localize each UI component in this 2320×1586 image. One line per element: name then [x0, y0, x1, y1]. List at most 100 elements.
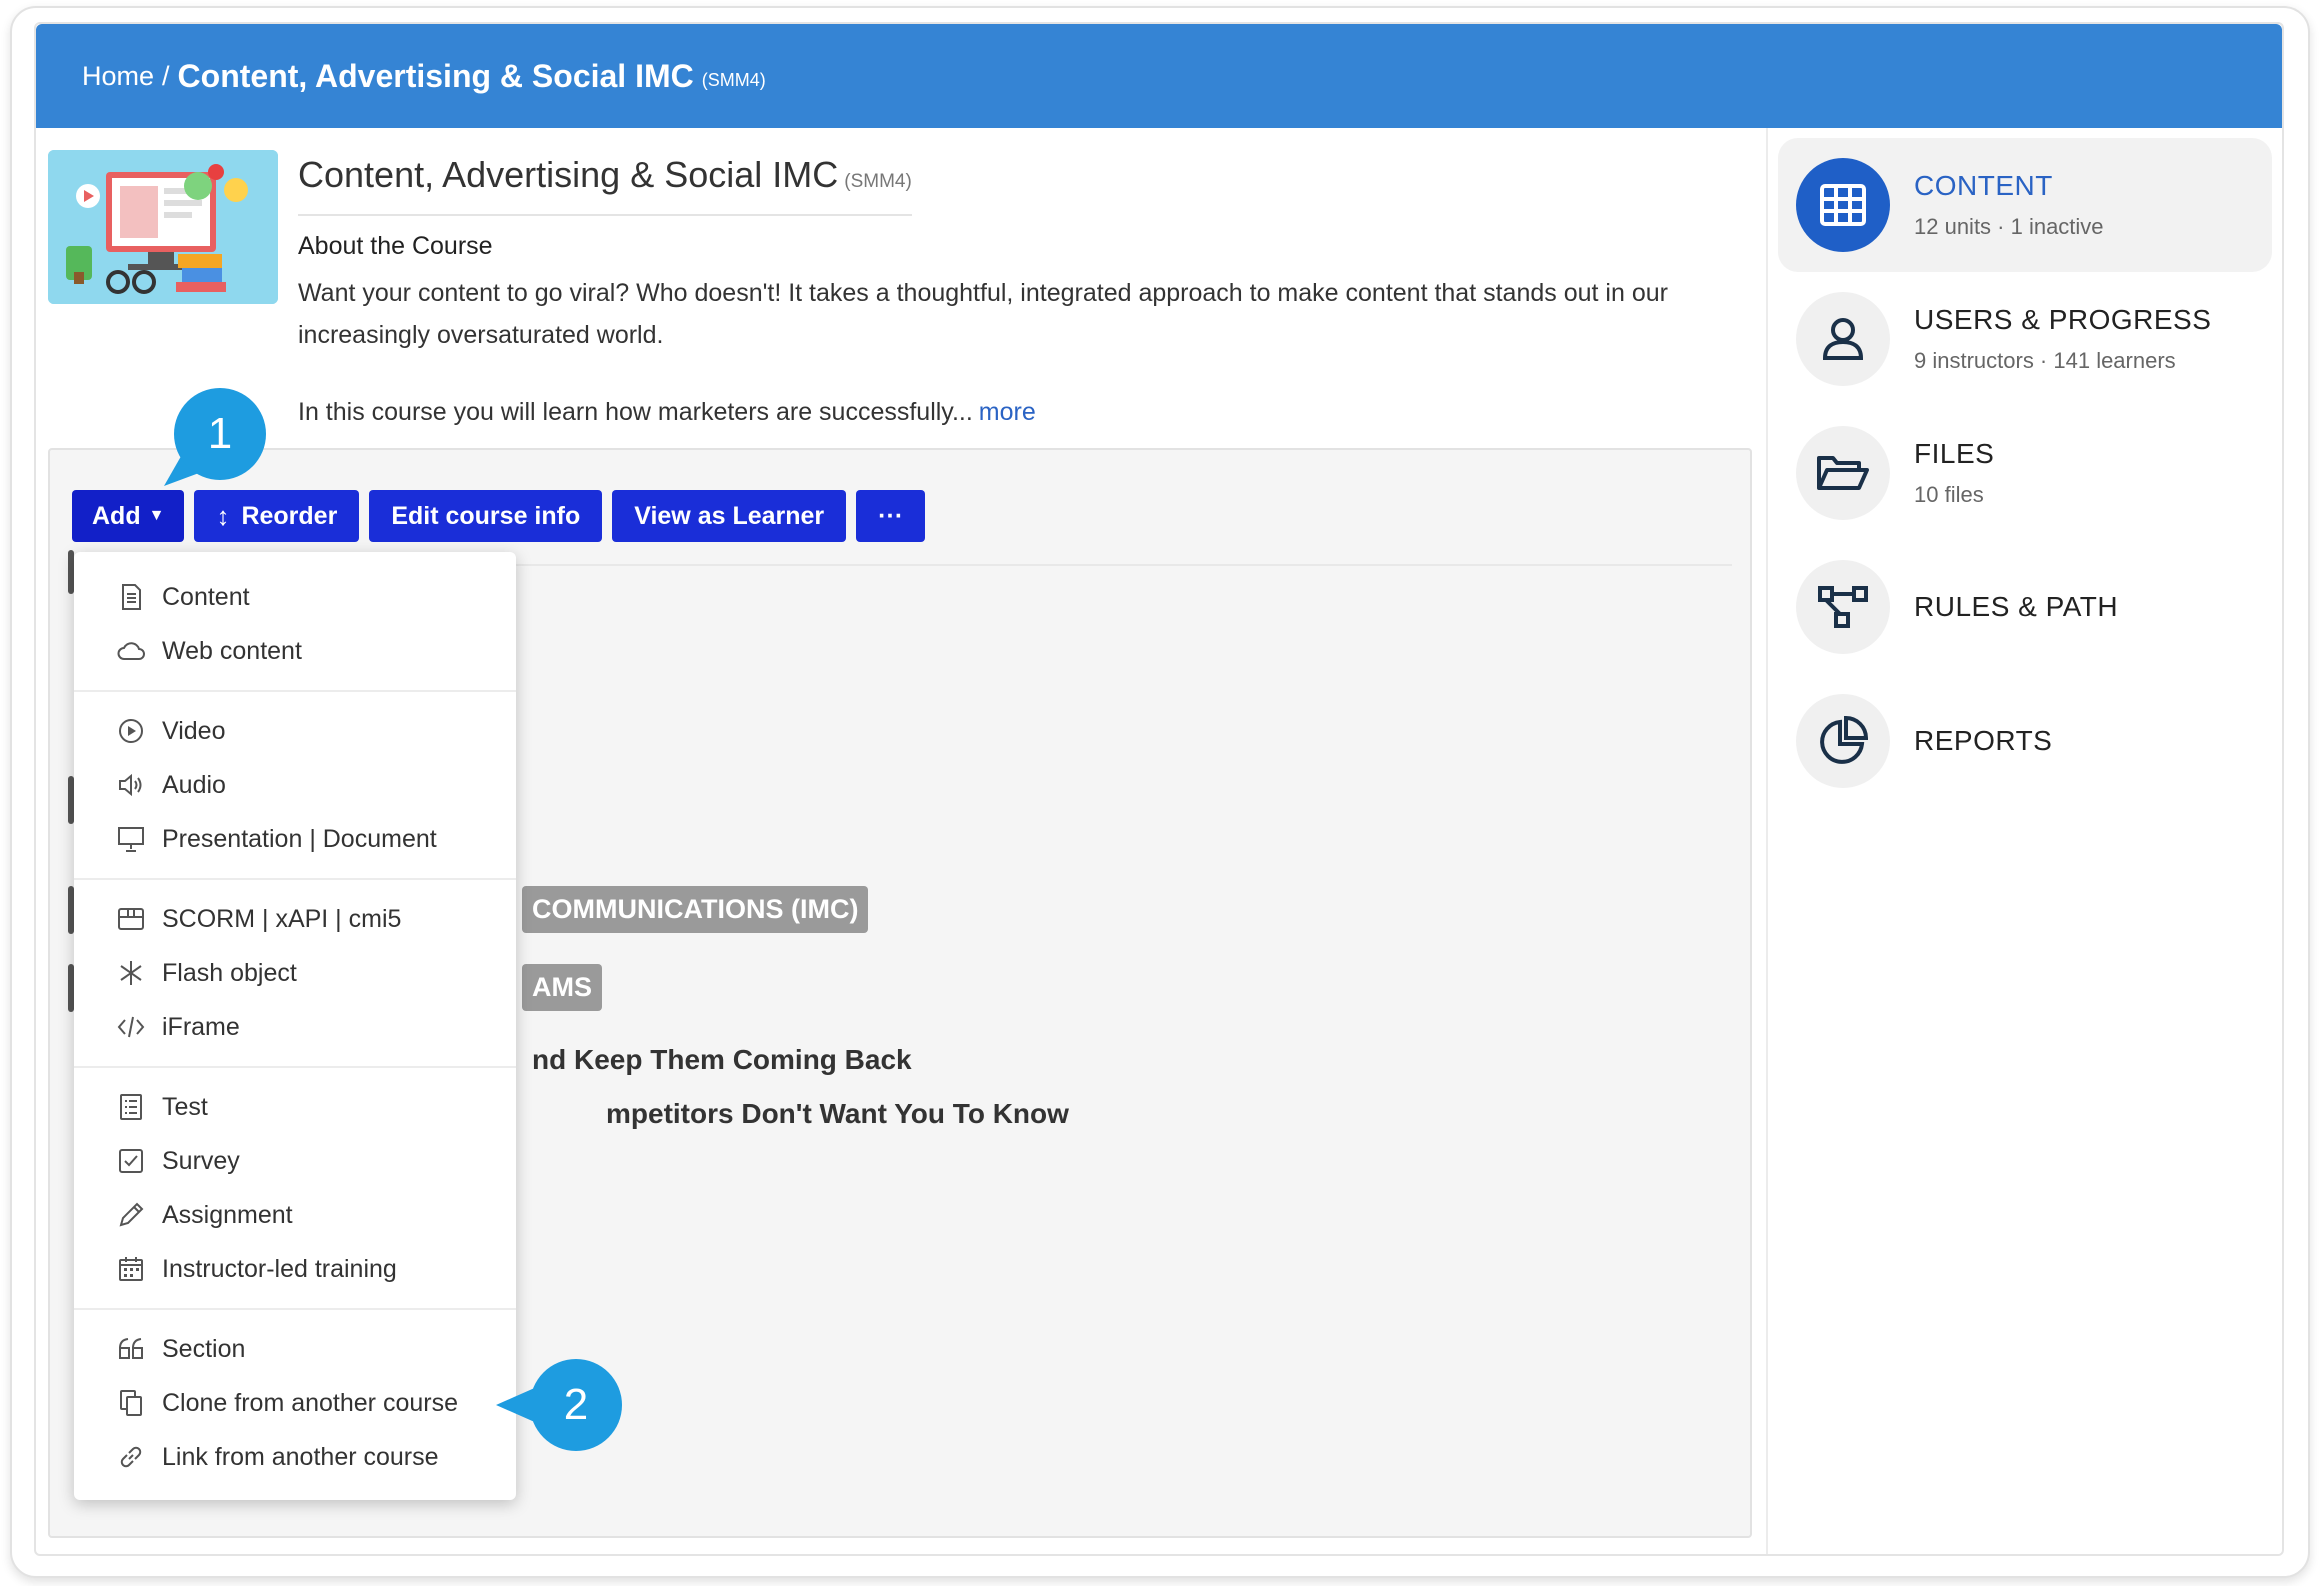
- menu-item-survey[interactable]: Survey: [74, 1134, 516, 1188]
- add-button-label: Add: [92, 501, 141, 530]
- about-text-truncated: In this course you will learn how market…: [298, 398, 973, 426]
- menu-item-label: SCORM | xAPI | cmi5: [162, 904, 402, 933]
- grid-icon: [1796, 158, 1890, 252]
- dropdown-divider: [74, 1308, 516, 1310]
- course-code: (SMM4): [844, 171, 912, 192]
- unit-title[interactable]: mpetitors Don't Want You To Know: [606, 1098, 1069, 1130]
- speaker-icon: [114, 768, 148, 802]
- reorder-button[interactable]: ↕ Reorder: [194, 490, 360, 542]
- cloud-icon: [114, 634, 148, 668]
- view-as-learner-button[interactable]: View as Learner: [612, 490, 847, 542]
- menu-item-label: Web content: [162, 636, 302, 665]
- calendar-icon: [114, 1252, 148, 1286]
- course-title: Content, Advertising & Social IMC (SMM4): [298, 154, 912, 216]
- quote-icon: [114, 1332, 148, 1366]
- menu-item-web-content[interactable]: Web content: [74, 624, 516, 678]
- dropdown-divider: [74, 1066, 516, 1068]
- callout-2: 2: [530, 1359, 622, 1451]
- sidebar-item-title: FILES: [1914, 438, 1995, 469]
- unit-section-tag[interactable]: COMMUNICATIONS (IMC): [522, 886, 869, 933]
- course-sidebar: CONTENT 12 units · 1 inactive USERS & PR…: [1766, 128, 2282, 1554]
- sidebar-item-content[interactable]: CONTENT 12 units · 1 inactive: [1778, 138, 2272, 272]
- asterisk-icon: [114, 956, 148, 990]
- sidebar-item-title: CONTENT: [1914, 170, 2053, 201]
- document-icon: [114, 580, 148, 614]
- sidebar-item-reports[interactable]: REPORTS: [1778, 674, 2272, 808]
- menu-item-label: Presentation | Document: [162, 824, 437, 853]
- sidebar-item-title: RULES & PATH: [1914, 591, 2119, 622]
- user-icon: [1796, 292, 1890, 386]
- about-text-more: In this course you will learn how market…: [298, 398, 1036, 427]
- header-bar: Home / Content, Advertising & Social IMC…: [36, 24, 2282, 128]
- presentation-icon: [114, 822, 148, 856]
- clone-icon: [114, 1386, 148, 1420]
- course-title-text: Content, Advertising & Social IMC: [298, 154, 839, 195]
- dropdown-divider: [74, 690, 516, 692]
- breadcrumb-code: (SMM4): [701, 69, 766, 90]
- menu-item-presentation-document[interactable]: Presentation | Document: [74, 812, 516, 866]
- reorder-button-label: Reorder: [241, 501, 338, 530]
- menu-item-label: Survey: [162, 1146, 240, 1175]
- dropdown-group: Content Web content: [74, 566, 516, 682]
- dropdown-group: Video Audio Presentation | Document: [74, 700, 516, 870]
- package-icon: [114, 902, 148, 936]
- content-toolbar: Add ▼ ↕ Reorder Edit course info View as…: [72, 490, 926, 542]
- menu-item-label: Assignment: [162, 1200, 293, 1229]
- caret-down-icon: ▼: [148, 507, 165, 524]
- unit-title[interactable]: nd Keep Them Coming Back: [532, 1044, 912, 1076]
- up-down-arrow-icon: ↕: [216, 500, 230, 531]
- menu-item-section[interactable]: Section: [74, 1322, 516, 1376]
- breadcrumb-home[interactable]: Home: [82, 61, 154, 92]
- menu-item-content[interactable]: Content: [74, 570, 516, 624]
- dropdown-group: Test Survey Assignment Instructor-led tr…: [74, 1076, 516, 1300]
- menu-item-label: Instructor-led training: [162, 1254, 397, 1283]
- sidebar-item-files[interactable]: FILES 10 files: [1778, 406, 2272, 540]
- menu-item-audio[interactable]: Audio: [74, 758, 516, 812]
- menu-item-iframe[interactable]: iFrame: [74, 1000, 516, 1054]
- sidebar-item-subtitle: 10 files: [1914, 482, 1984, 507]
- menu-item-assignment[interactable]: Assignment: [74, 1188, 516, 1242]
- play-icon: [114, 714, 148, 748]
- sidebar-item-users-progress[interactable]: USERS & PROGRESS 9 instructors · 141 lea…: [1778, 272, 2272, 406]
- menu-item-label: Test: [162, 1092, 208, 1121]
- sidebar-item-title: USERS & PROGRESS: [1914, 304, 2212, 335]
- menu-item-label: Content: [162, 582, 250, 611]
- more-options-button[interactable]: ···: [856, 490, 926, 542]
- test-icon: [114, 1090, 148, 1124]
- sidebar-item-title: REPORTS: [1914, 725, 2053, 756]
- menu-item-test[interactable]: Test: [74, 1080, 516, 1134]
- menu-item-label: Audio: [162, 770, 226, 799]
- about-text: Want your content to go viral? Who doesn…: [298, 279, 1668, 349]
- sidebar-item-subtitle: 12 units · 1 inactive: [1914, 214, 2104, 239]
- dropdown-group: SCORM | xAPI | cmi5 Flash object iFrame: [74, 888, 516, 1058]
- checkbox-icon: [114, 1144, 148, 1178]
- menu-item-scorm[interactable]: SCORM | xAPI | cmi5: [74, 892, 516, 946]
- dropdown-group: Section Clone from another course Link f…: [74, 1318, 516, 1488]
- unit-section-tag[interactable]: AMS: [522, 964, 602, 1011]
- pencil-icon: [114, 1198, 148, 1232]
- more-link[interactable]: more: [979, 398, 1036, 426]
- menu-item-clone-from-another-course[interactable]: Clone from another course: [74, 1376, 516, 1430]
- add-button[interactable]: Add ▼: [72, 490, 185, 542]
- menu-item-label: Section: [162, 1334, 246, 1363]
- menu-item-video[interactable]: Video: [74, 704, 516, 758]
- menu-item-label: iFrame: [162, 1012, 240, 1041]
- menu-item-instructor-led-training[interactable]: Instructor-led training: [74, 1242, 516, 1296]
- link-icon: [114, 1440, 148, 1474]
- dropdown-divider: [74, 878, 516, 880]
- course-thumbnail: [48, 150, 278, 304]
- about-heading: About the Course: [298, 232, 493, 260]
- code-icon: [114, 1010, 148, 1044]
- menu-item-link-from-another-course[interactable]: Link from another course: [74, 1430, 516, 1484]
- menu-item-flash-object[interactable]: Flash object: [74, 946, 516, 1000]
- breadcrumb-separator: /: [162, 60, 170, 91]
- sidebar-item-rules-path[interactable]: RULES & PATH: [1778, 540, 2272, 674]
- edit-course-info-button[interactable]: Edit course info: [369, 490, 603, 542]
- folder-icon: [1796, 426, 1890, 520]
- sidebar-item-subtitle: 9 instructors · 141 learners: [1914, 348, 2176, 373]
- path-icon: [1796, 560, 1890, 654]
- menu-item-label: Flash object: [162, 958, 297, 987]
- menu-item-label: Video: [162, 716, 226, 745]
- breadcrumb-title: Content, Advertising & Social IMC: [177, 57, 694, 94]
- callout-1: 1: [174, 388, 266, 480]
